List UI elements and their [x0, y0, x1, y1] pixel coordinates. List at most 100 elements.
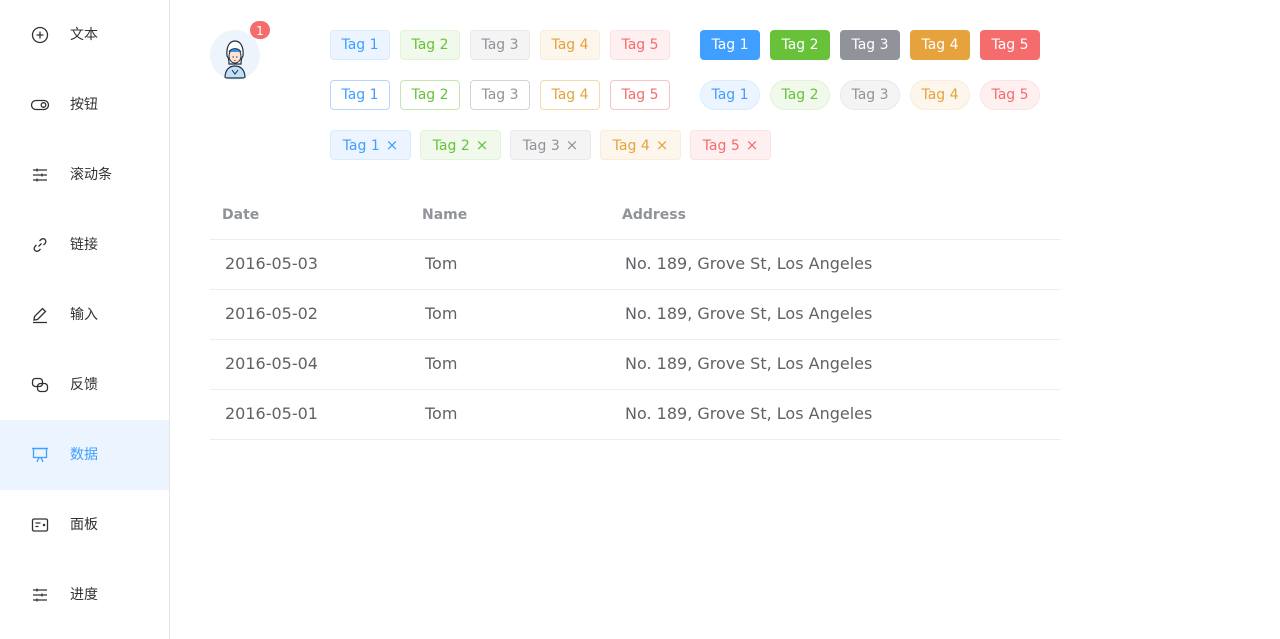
- table-header: Date Name Address: [210, 190, 1061, 240]
- tag-label: Tag 4: [551, 87, 589, 103]
- cell-date: 2016-05-01: [225, 404, 318, 423]
- cell-name: Tom: [425, 404, 458, 423]
- table-row[interactable]: 2016-05-03 Tom No. 189, Grove St, Los An…: [210, 240, 1061, 290]
- close-icon[interactable]: ×: [476, 131, 489, 159]
- tag-label: Tag 1: [341, 87, 379, 103]
- tag-plain-3: Tag 3: [470, 80, 530, 110]
- sliders-icon: [30, 165, 50, 185]
- tag-label: Tag 4: [551, 37, 589, 53]
- sidebar-menu: 文本 按钮 滚动条 链接 输入 反馈 数据 面板 进度: [0, 0, 170, 639]
- sidebar-item-scrollbar[interactable]: 滚动条: [0, 140, 169, 210]
- tag-label: Tag 1: [341, 37, 379, 53]
- tag-label: Tag 4: [921, 87, 959, 103]
- tag-label: Tag 3: [481, 37, 519, 53]
- tag-label: Tag 2: [781, 37, 819, 53]
- tag-label: Tag 5: [991, 37, 1029, 53]
- cell-name: Tom: [425, 304, 458, 323]
- tag-round-3: Tag 3: [840, 80, 900, 110]
- tag-light-4: Tag 4: [540, 30, 600, 60]
- tag-light-1: Tag 1: [330, 30, 390, 60]
- tag-plain-1: Tag 1: [330, 80, 390, 110]
- tag-label: Tag 5: [991, 87, 1029, 103]
- tag-label: Tag 4: [921, 37, 959, 53]
- tag-label: Tag 1: [711, 87, 749, 103]
- sidebar-item-text[interactable]: 文本: [0, 0, 169, 70]
- tag-closable-5: Tag 5 ×: [690, 130, 771, 160]
- tag-label: Tag 5: [621, 87, 659, 103]
- close-icon[interactable]: ×: [386, 131, 399, 159]
- cell-date: 2016-05-02: [225, 304, 318, 323]
- tag-dark-3: Tag 3: [840, 30, 900, 60]
- tag-label: Tag 3: [481, 87, 519, 103]
- sidebar-item-progress[interactable]: 进度: [0, 560, 169, 630]
- close-icon[interactable]: ×: [656, 131, 669, 159]
- cell-name: Tom: [425, 254, 458, 273]
- column-header-name[interactable]: Name: [422, 206, 467, 224]
- column-header-date[interactable]: Date: [222, 206, 259, 224]
- tag-closable-1: Tag 1 ×: [330, 130, 411, 160]
- tag-label: Tag 2: [411, 37, 449, 53]
- tag-label: Tag 2: [432, 138, 470, 154]
- sidebar-item-label: 按钮: [70, 97, 98, 113]
- notification-badge: 1: [249, 20, 271, 40]
- tag-label: Tag 1: [711, 37, 749, 53]
- cell-address: No. 189, Grove St, Los Angeles: [625, 354, 873, 373]
- tag-light-5: Tag 5: [610, 30, 670, 60]
- column-header-address[interactable]: Address: [622, 206, 686, 224]
- cell-date: 2016-05-03: [225, 254, 318, 273]
- cell-address: No. 189, Grove St, Los Angeles: [625, 404, 873, 423]
- tag-closable-2: Tag 2 ×: [420, 130, 501, 160]
- sidebar-item-data[interactable]: 数据: [0, 420, 169, 490]
- close-icon[interactable]: ×: [746, 131, 759, 159]
- sidebar-item-label: 文本: [70, 27, 98, 43]
- link-icon: [30, 235, 50, 255]
- tag-plain-5: Tag 5: [610, 80, 670, 110]
- tag-label: Tag 3: [522, 138, 560, 154]
- tag-light-2: Tag 2: [400, 30, 460, 60]
- tag-label: Tag 1: [342, 138, 380, 154]
- tag-label: Tag 5: [621, 37, 659, 53]
- sliders-icon: [30, 585, 50, 605]
- sidebar-item-input[interactable]: 输入: [0, 280, 169, 350]
- tag-dark-2: Tag 2: [770, 30, 830, 60]
- tag-dark-4: Tag 4: [910, 30, 970, 60]
- sidebar-item-label: 数据: [70, 447, 98, 463]
- close-icon[interactable]: ×: [566, 131, 579, 159]
- tag-label: Tag 5: [702, 138, 740, 154]
- sidebar-item-label: 输入: [70, 307, 98, 323]
- cell-name: Tom: [425, 354, 458, 373]
- cell-address: No. 189, Grove St, Los Angeles: [625, 304, 873, 323]
- panel-card-icon: [30, 515, 50, 535]
- tag-closable-4: Tag 4 ×: [600, 130, 681, 160]
- cell-address: No. 189, Grove St, Los Angeles: [625, 254, 873, 273]
- tag-plain-4: Tag 4: [540, 80, 600, 110]
- edit-pen-icon: [30, 305, 50, 325]
- sidebar-item-panel[interactable]: 面板: [0, 490, 169, 560]
- sidebar-item-label: 链接: [70, 237, 98, 253]
- tag-round-5: Tag 5: [980, 80, 1040, 110]
- tag-light-3: Tag 3: [470, 30, 530, 60]
- table-row[interactable]: 2016-05-04 Tom No. 189, Grove St, Los An…: [210, 340, 1061, 390]
- cell-date: 2016-05-04: [225, 354, 318, 373]
- sidebar-item-button[interactable]: 按钮: [0, 70, 169, 140]
- tag-label: Tag 2: [781, 87, 819, 103]
- tag-round-4: Tag 4: [910, 80, 970, 110]
- tag-plain-2: Tag 2: [400, 80, 460, 110]
- tag-label: Tag 3: [851, 87, 889, 103]
- sidebar-item-label: 滚动条: [70, 167, 112, 183]
- sidebar-item-link[interactable]: 链接: [0, 210, 169, 280]
- sidebar-item-label: 反馈: [70, 377, 98, 393]
- plus-circle-icon: [30, 25, 50, 45]
- table-row[interactable]: 2016-05-02 Tom No. 189, Grove St, Los An…: [210, 290, 1061, 340]
- table-row[interactable]: 2016-05-01 Tom No. 189, Grove St, Los An…: [210, 390, 1061, 440]
- tag-dark-5: Tag 5: [980, 30, 1040, 60]
- tag-label: Tag 2: [411, 87, 449, 103]
- sidebar-item-feedback[interactable]: 反馈: [0, 350, 169, 420]
- tag-label: Tag 4: [612, 138, 650, 154]
- tag-closable-3: Tag 3 ×: [510, 130, 591, 160]
- toggle-icon: [30, 95, 50, 115]
- tag-round-1: Tag 1: [700, 80, 760, 110]
- chat-bubbles-icon: [30, 375, 50, 395]
- tag-dark-1: Tag 1: [700, 30, 760, 60]
- tag-label: Tag 3: [851, 37, 889, 53]
